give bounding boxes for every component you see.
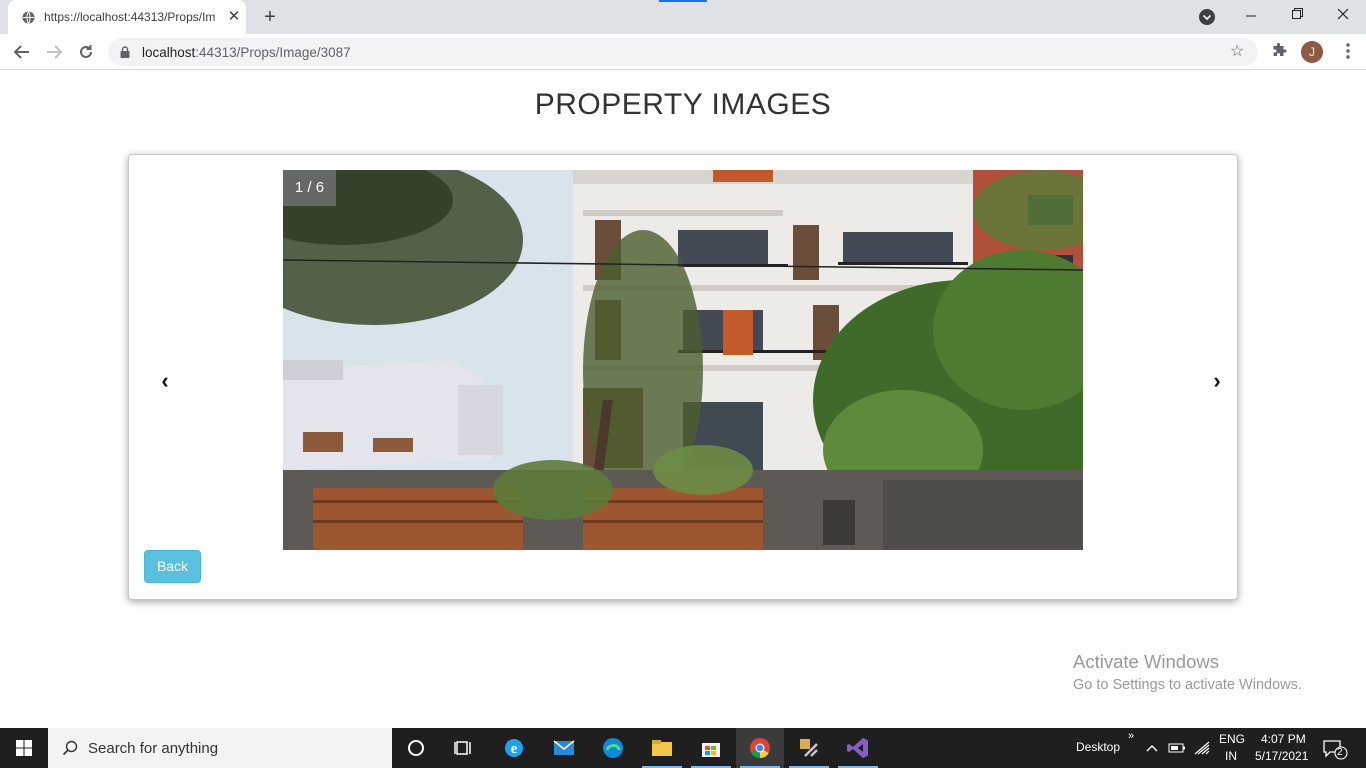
image-carousel-card: ‹ 1 / 6 › Back bbox=[128, 154, 1238, 600]
clock-time[interactable]: 4:07 PM bbox=[1261, 732, 1306, 746]
microsoft-store-icon[interactable] bbox=[687, 728, 735, 768]
browser-tabstrip: https://localhost:44313/Props/Im ✕ + bbox=[0, 0, 1366, 34]
property-image-slide: 1 / 6 bbox=[283, 170, 1083, 550]
taskbar-search-placeholder: Search for anything bbox=[88, 740, 219, 757]
internet-explorer-icon[interactable]: e bbox=[490, 728, 538, 768]
lock-icon bbox=[120, 46, 130, 58]
wifi-icon[interactable] bbox=[1193, 740, 1211, 756]
language-region[interactable]: IN bbox=[1225, 749, 1237, 763]
minimize-window-icon[interactable] bbox=[1228, 0, 1274, 34]
slide-counter: 1 / 6 bbox=[283, 170, 336, 206]
action-center-icon[interactable]: 2 bbox=[1322, 738, 1348, 760]
address-bar[interactable]: localhost:44313/Props/Image/3087 bbox=[108, 38, 1258, 66]
taskbar-search-box[interactable]: Search for anything bbox=[48, 728, 392, 768]
notification-count: 2 bbox=[1337, 747, 1343, 758]
bookmark-star-icon[interactable]: ☆ bbox=[1230, 43, 1244, 61]
tab-search-icon[interactable] bbox=[1199, 9, 1215, 25]
tools-app-icon[interactable] bbox=[785, 728, 833, 768]
watermark-subtitle: Go to Settings to activate Windows. bbox=[1073, 677, 1302, 693]
file-explorer-icon[interactable] bbox=[638, 728, 686, 768]
windows-taskbar: Search for anything e Desktop » ENG IN 4… bbox=[0, 728, 1366, 768]
windows-start-icon[interactable] bbox=[0, 728, 48, 768]
show-hidden-icons-icon[interactable] bbox=[1144, 740, 1160, 756]
battery-icon[interactable] bbox=[1168, 740, 1186, 756]
profile-avatar[interactable]: J bbox=[1301, 41, 1323, 63]
search-icon bbox=[62, 740, 78, 756]
url-host: localhost bbox=[142, 45, 196, 60]
mail-icon[interactable] bbox=[540, 728, 588, 768]
reload-icon[interactable] bbox=[75, 42, 97, 62]
more-menu-icon[interactable] bbox=[1340, 42, 1356, 65]
close-tab-icon[interactable]: ✕ bbox=[226, 9, 242, 25]
browser-tab[interactable]: https://localhost:44313/Props/Im ✕ bbox=[8, 0, 246, 34]
chrome-browser-icon[interactable] bbox=[736, 728, 784, 768]
toolbar-expand-chevron[interactable]: » bbox=[1128, 730, 1134, 742]
activate-windows-watermark: Activate Windows Go to Settings to activ… bbox=[1073, 651, 1302, 693]
close-window-icon[interactable] bbox=[1320, 0, 1366, 34]
globe-icon bbox=[22, 11, 35, 24]
visual-studio-icon[interactable] bbox=[834, 728, 882, 768]
desktop-toolbar-label[interactable]: Desktop bbox=[1076, 740, 1120, 754]
watermark-title: Activate Windows bbox=[1073, 651, 1219, 672]
restore-window-icon[interactable] bbox=[1274, 0, 1320, 34]
back-arrow-icon[interactable] bbox=[11, 42, 33, 62]
url-text: localhost:44313/Props/Image/3087 bbox=[142, 45, 351, 60]
clock-date[interactable]: 5/17/2021 bbox=[1255, 749, 1308, 763]
back-button[interactable]: Back bbox=[144, 550, 201, 583]
tab-title: https://localhost:44313/Props/Im bbox=[44, 10, 216, 24]
forward-arrow-icon[interactable] bbox=[43, 42, 65, 62]
url-path: :44313/Props/Image/3087 bbox=[195, 45, 351, 60]
loading-indicator bbox=[659, 0, 707, 2]
language-code[interactable]: ENG bbox=[1219, 732, 1245, 746]
new-tab-button[interactable]: + bbox=[260, 7, 280, 27]
svg-text:e: e bbox=[511, 741, 518, 757]
previous-slide-arrow[interactable]: ‹ bbox=[155, 367, 175, 395]
next-slide-arrow[interactable]: › bbox=[1207, 367, 1227, 395]
property-photo bbox=[283, 170, 1083, 550]
extensions-puzzle-icon[interactable] bbox=[1271, 43, 1287, 64]
page-title: PROPERTY IMAGES bbox=[534, 88, 832, 121]
edge-browser-icon[interactable] bbox=[589, 728, 637, 768]
task-view-icon[interactable] bbox=[440, 728, 488, 768]
cortana-icon[interactable] bbox=[392, 728, 440, 768]
browser-toolbar: localhost:44313/Props/Image/3087 ☆ J bbox=[0, 34, 1366, 70]
